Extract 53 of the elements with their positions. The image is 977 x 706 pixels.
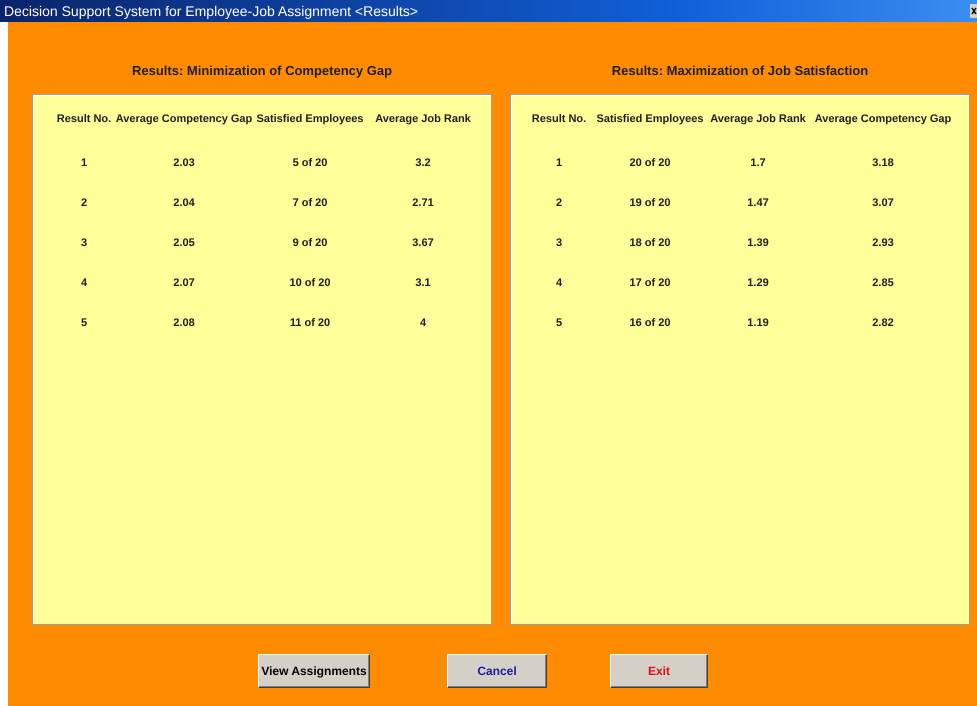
table-cell: 4 (556, 277, 562, 289)
column-header: Average Competency Gap (814, 113, 952, 125)
column-header: Result No. (56, 113, 112, 125)
table-cell: 20 of 20 (630, 157, 670, 169)
dialog-button[interactable]: View Assignments (258, 654, 370, 688)
table-cell: 17 of 20 (630, 277, 670, 289)
column-header: Satisfied Employees (256, 113, 364, 125)
table-cell: 2.08 (173, 317, 195, 329)
table-cell: 2.71 (412, 197, 434, 209)
table-cell: 11 of 20 (290, 317, 330, 329)
table-cell: 1.47 (747, 197, 769, 209)
table-cell: 3.67 (412, 237, 434, 249)
table-cell: 18 of 20 (630, 237, 670, 249)
table-cell: 1.29 (747, 277, 769, 289)
dialog-button[interactable]: Cancel (447, 654, 547, 688)
table-cell: 2 (556, 197, 562, 209)
table-cell: 5 (556, 317, 562, 329)
table-cell: 5 (80, 317, 88, 329)
table-cell: 4 (80, 277, 88, 289)
table-cell: 5 of 20 (292, 157, 328, 169)
table-cell: 1.19 (747, 317, 769, 329)
table-cell: 3.2 (415, 157, 431, 169)
table-cell: 3.18 (872, 157, 894, 169)
table-cell: 1.39 (747, 237, 769, 249)
table-cell: 2.07 (173, 277, 195, 289)
table-cell: 4 (420, 317, 426, 329)
table-cell: 2.04 (173, 197, 195, 209)
column-header: Average Job Rank (375, 113, 471, 125)
table-cell: 9 of 20 (292, 237, 328, 249)
table-cell: 2.93 (872, 237, 894, 249)
table-cell: 3 (556, 237, 562, 249)
table-cell: 2.03 (173, 157, 195, 169)
column-header: Average Job Rank (710, 113, 806, 125)
table-cell: 2.85 (872, 277, 894, 289)
table-cell: 1 (556, 157, 562, 169)
table-cell: 1.7 (750, 157, 766, 169)
table-cell: 16 of 20 (630, 317, 670, 329)
table-cell: 2 (80, 197, 88, 209)
column-header: Satisfied Employees (596, 113, 704, 125)
table-cell: 3 (80, 237, 88, 249)
table-cell: 2.82 (872, 317, 894, 329)
column-header: Result No. (532, 113, 586, 125)
table-cell: 10 of 20 (290, 277, 330, 289)
column-header: Average Competency Gap (116, 113, 252, 125)
table-cell: 1 (80, 157, 88, 169)
table-cell: 3.07 (872, 197, 894, 209)
table-cell: 7 of 20 (292, 197, 328, 209)
table-cell: 2.05 (173, 237, 195, 249)
panel-heading: Results: Minimization of Competency Gap (132, 62, 392, 78)
window-title: Decision Support System for Employee-Job Assignment <Results> (3, 3, 418, 19)
table-cell: 19 of 20 (630, 197, 670, 209)
panel-heading: Results: Maximization of Job Satisfaction (612, 62, 868, 78)
table-cell: 3.1 (415, 277, 431, 289)
